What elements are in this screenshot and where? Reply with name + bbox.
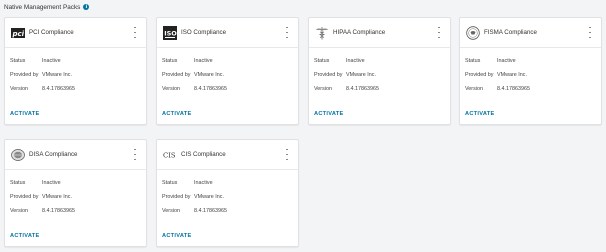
management-pack-card-cis: CIS CIS Compliance Status Inactive Provid… [156,139,299,247]
version-label: Version [162,86,180,92]
status-value: Inactive [194,58,213,64]
activate-button[interactable]: ACTIVATE [162,111,192,117]
provided-by-label: Provided by [465,72,494,78]
card-properties: Status Inactive Provided by VMware Inc. Ve… [10,54,75,96]
card-properties: Status Inactive Provided by VMware Inc. Ve… [162,54,227,96]
svg-text:pci: pci [12,30,25,38]
management-pack-card-iso: ISO ISO Compliance Status Inactive Provid… [156,17,299,125]
status-label: Status [10,58,26,64]
provided-by-value: VMware Inc. [194,194,224,200]
info-icon[interactable]: i [83,4,90,10]
svg-text:ISO: ISO [164,29,177,37]
activate-button[interactable]: ACTIVATE [10,233,40,239]
provided-by-value: VMware Inc. [497,72,527,78]
card-properties: Status Inactive Provided by VMware Inc. Ve… [162,176,227,218]
activate-button[interactable]: ACTIVATE [10,111,40,117]
card-title: PCI Compliance [29,29,74,36]
disa-seal-icon [11,148,25,162]
card-title: HIPAA Compliance [333,29,386,36]
provided-by-label: Provided by [162,72,191,78]
version-value: 8.4.17863965 [194,86,227,92]
status-value: Inactive [42,58,61,64]
more-options-icon[interactable] [132,149,138,160]
management-pack-card-fisma: FISMA Compliance Status Inactive Provided… [459,17,602,125]
management-pack-card-disa: DISA Compliance Status Inactive Provided … [4,139,147,247]
version-value: 8.4.17863965 [346,86,379,92]
status-label: Status [162,180,178,186]
activate-button[interactable]: ACTIVATE [162,233,192,239]
more-options-icon[interactable] [132,27,138,38]
version-value: 8.4.17863965 [497,86,530,92]
provided-by-value: VMware Inc. [42,72,72,78]
card-properties: Status Inactive Provided by VMware Inc. Ve… [314,54,379,96]
iso-logo-icon: ISO [163,25,177,40]
card-header: FISMA Compliance [460,18,601,48]
card-header: CIS CIS Compliance [157,140,298,170]
more-options-icon[interactable] [436,27,442,38]
provided-by-label: Provided by [10,72,39,78]
status-label: Status [162,58,178,64]
status-value: Inactive [194,180,213,186]
card-header: pci PCI Compliance [5,18,146,48]
page-header: Native Management Packs i [4,2,90,12]
provided-by-label: Provided by [314,72,343,78]
management-pack-card-pci: pci PCI Compliance Status Inactive Provid… [4,17,147,125]
status-label: Status [314,58,330,64]
more-options-icon[interactable] [284,27,290,38]
management-pack-card-hipaa: HIPAA Compliance Status Inactive Provided… [308,17,451,125]
version-label: Version [314,86,332,92]
card-properties: Status Inactive Provided by VMware Inc. Ve… [10,176,75,218]
version-label: Version [465,86,483,92]
provided-by-label: Provided by [10,194,39,200]
version-label: Version [162,208,180,214]
version-value: 8.4.17863965 [42,208,75,214]
card-title: FISMA Compliance [484,29,537,36]
more-options-icon[interactable] [587,27,593,38]
version-value: 8.4.17863965 [194,208,227,214]
fisma-seal-icon [466,25,480,40]
provided-by-label: Provided by [162,194,191,200]
activate-button[interactable]: ACTIVATE [465,111,495,117]
status-label: Status [10,180,26,186]
page-title: Native Management Packs [4,3,81,11]
version-label: Version [10,86,28,92]
card-header: HIPAA Compliance [309,18,450,48]
pci-logo-icon: pci [11,26,25,40]
card-properties: Status Inactive Provided by VMware Inc. Ve… [465,54,530,96]
svg-text:CIS: CIS [163,151,176,159]
status-value: Inactive [346,58,365,64]
more-options-icon[interactable] [284,149,290,160]
provided-by-value: VMware Inc. [42,194,72,200]
activate-button[interactable]: ACTIVATE [314,111,344,117]
card-title: CIS Compliance [181,151,226,158]
card-title: ISO Compliance [181,29,227,36]
hipaa-caduceus-icon [315,26,329,40]
card-header: DISA Compliance [5,140,146,170]
card-title: DISA Compliance [29,151,78,158]
status-label: Status [465,58,481,64]
status-value: Inactive [497,58,516,64]
cis-logo-icon: CIS [163,148,177,162]
provided-by-value: VMware Inc. [194,72,224,78]
version-label: Version [10,208,28,214]
status-value: Inactive [42,180,61,186]
provided-by-value: VMware Inc. [346,72,376,78]
version-value: 8.4.17863965 [42,86,75,92]
card-header: ISO ISO Compliance [157,18,298,48]
